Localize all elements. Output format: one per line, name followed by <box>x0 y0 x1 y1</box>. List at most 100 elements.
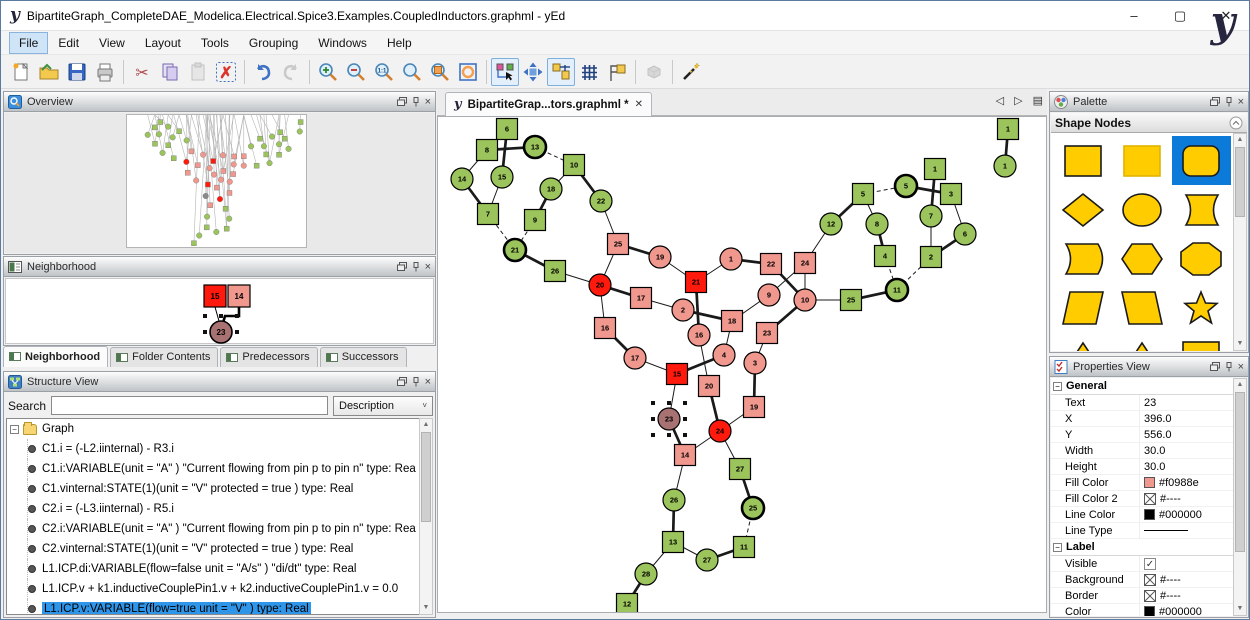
graph-node-13[interactable]: 13 <box>524 136 546 158</box>
palette-shape-rectangle[interactable] <box>1172 332 1231 351</box>
selection-handle[interactable] <box>651 417 655 421</box>
zoom-area-button[interactable] <box>426 58 454 86</box>
graph-node-17[interactable]: 17 <box>631 288 652 309</box>
graph-node-18[interactable]: 18 <box>540 178 562 200</box>
graph-node-3[interactable]: 3 <box>941 184 962 205</box>
tree-item[interactable]: L1.ICP.v + k1.inductiveCouplePin1.v + k2… <box>7 579 421 599</box>
checkbox-checked-icon[interactable]: ✓ <box>1144 558 1156 570</box>
graph-node-23[interactable]: 23 <box>651 401 687 437</box>
tree-root[interactable]: −Graph <box>7 419 421 439</box>
palette-shape-ellipse[interactable] <box>1112 185 1171 234</box>
tab-list-icon[interactable]: ▤ <box>1033 94 1043 107</box>
selection-handle[interactable] <box>203 314 207 318</box>
property-value[interactable]: 396.0 <box>1144 413 1172 425</box>
selection-handle[interactable] <box>683 433 687 437</box>
graph-node-21[interactable]: 21 <box>504 239 526 261</box>
no-color-swatch[interactable] <box>1144 493 1156 505</box>
selection-handle[interactable] <box>651 401 655 405</box>
graph-node-24[interactable]: 24 <box>709 420 731 442</box>
graph-node-1[interactable]: 1 <box>998 119 1019 140</box>
graph-node-27[interactable]: 27 <box>696 549 718 571</box>
next-tab-icon[interactable]: ▷ <box>1014 94 1022 107</box>
graph-node-1[interactable]: 1 <box>994 155 1016 177</box>
graph-node-6[interactable]: 6 <box>954 223 976 245</box>
property-value[interactable]: 23 <box>1144 397 1156 409</box>
graph-node-10[interactable]: 10 <box>564 155 585 176</box>
graph-node-27[interactable]: 27 <box>730 459 751 480</box>
palette-shape-triangle-2[interactable] <box>1112 332 1171 351</box>
menu-help[interactable]: Help <box>377 32 422 54</box>
menu-windows[interactable]: Windows <box>308 32 377 54</box>
zoom-1-1-button[interactable]: 1:1 <box>370 58 398 86</box>
palette-shape-parallelogram-2[interactable] <box>1112 283 1171 332</box>
graph-node-25[interactable]: 25 <box>742 497 764 519</box>
zoom-out-button[interactable] <box>342 58 370 86</box>
graph-node-9[interactable]: 9 <box>758 284 780 306</box>
graph-node-24[interactable]: 24 <box>795 253 816 274</box>
wizard-button[interactable] <box>677 58 705 86</box>
graph-node-20[interactable]: 20 <box>589 274 611 296</box>
selection-handle[interactable] <box>203 330 207 334</box>
selection-handle[interactable] <box>683 417 687 421</box>
property-value[interactable]: #---- <box>1160 590 1181 602</box>
zoom-in-button[interactable] <box>314 58 342 86</box>
neighborhood-content[interactable]: 151423 <box>5 278 434 344</box>
neighborhood-node-15[interactable]: 15 <box>204 285 226 307</box>
graph-node-25[interactable]: 25 <box>608 234 629 255</box>
property-value[interactable]: 30.0 <box>1144 461 1165 473</box>
palette-shape-octagon[interactable] <box>1172 234 1231 283</box>
palette-shape-wave-left[interactable] <box>1053 234 1112 283</box>
graph-node-3[interactable]: 3 <box>744 352 766 374</box>
graph-node-25[interactable]: 25 <box>841 290 862 311</box>
delete-button[interactable]: ✗ <box>212 58 240 86</box>
graph-node-2[interactable]: 2 <box>921 247 942 268</box>
close-panel-icon[interactable]: × <box>425 261 431 273</box>
graph-node-6[interactable]: 6 <box>497 119 518 140</box>
document-tab[interactable]: y BipartiteGrap...tors.graphml * ✕ <box>445 92 652 116</box>
palette-shape-rectangle-plain[interactable] <box>1112 136 1171 185</box>
print-button[interactable] <box>91 58 119 86</box>
graph-node-1[interactable]: 1 <box>925 159 946 180</box>
navigation-mode-button[interactable] <box>519 58 547 86</box>
tab-folder-contents[interactable]: Folder Contents <box>110 347 218 367</box>
property-value[interactable]: #---- <box>1160 574 1181 586</box>
color-swatch[interactable] <box>1144 509 1155 520</box>
scroll-up-icon[interactable]: ▲ <box>1234 134 1246 146</box>
property-group-general[interactable]: −General <box>1051 378 1233 395</box>
group-nodes-button[interactable] <box>640 58 668 86</box>
save-button[interactable] <box>63 58 91 86</box>
palette-shape-star[interactable] <box>1172 283 1231 332</box>
graph-node-23[interactable]: 23 <box>757 323 778 344</box>
graph-node-8[interactable]: 8 <box>477 140 498 161</box>
scroll-down-icon[interactable]: ▼ <box>420 602 432 614</box>
graph-node-11[interactable]: 11 <box>734 537 755 558</box>
structure-scrollbar[interactable]: ▲ ▼ <box>419 418 433 615</box>
tree-item[interactable]: C1.i:VARIABLE(unit = "A" ) "Current flow… <box>7 459 421 479</box>
tab-successors[interactable]: Successors <box>320 347 407 367</box>
property-group-label[interactable]: −Label <box>1051 539 1233 556</box>
graph-node-26[interactable]: 26 <box>545 261 566 282</box>
graph-node-5[interactable]: 5 <box>853 184 874 205</box>
property-value[interactable]: 30.0 <box>1144 445 1165 457</box>
graph-node-1[interactable]: 1 <box>720 248 742 270</box>
close-panel-icon[interactable]: × <box>425 376 431 388</box>
label-placement-button[interactable] <box>603 58 631 86</box>
zoom-button[interactable] <box>398 58 426 86</box>
grid-button[interactable] <box>575 58 603 86</box>
menu-edit[interactable]: Edit <box>48 32 89 54</box>
graph-node-12[interactable]: 12 <box>617 594 638 613</box>
palette-shape-parallelogram[interactable] <box>1053 283 1112 332</box>
palette-shape-hexagon[interactable] <box>1112 234 1171 283</box>
graph-node-18[interactable]: 18 <box>722 311 743 332</box>
graph-node-26[interactable]: 26 <box>663 489 685 511</box>
graph-node-15[interactable]: 15 <box>491 166 513 188</box>
selection-handle[interactable] <box>667 433 671 437</box>
pin-icon[interactable] <box>1225 362 1233 372</box>
palette-scrollbar[interactable]: ▲ ▼ <box>1233 133 1247 351</box>
description-dropdown[interactable]: Description ˅ <box>333 396 433 416</box>
new-document-button[interactable] <box>7 58 35 86</box>
float-icon[interactable] <box>397 97 407 106</box>
open-file-button[interactable] <box>35 58 63 86</box>
color-swatch[interactable] <box>1144 477 1155 488</box>
float-icon[interactable] <box>397 377 407 386</box>
